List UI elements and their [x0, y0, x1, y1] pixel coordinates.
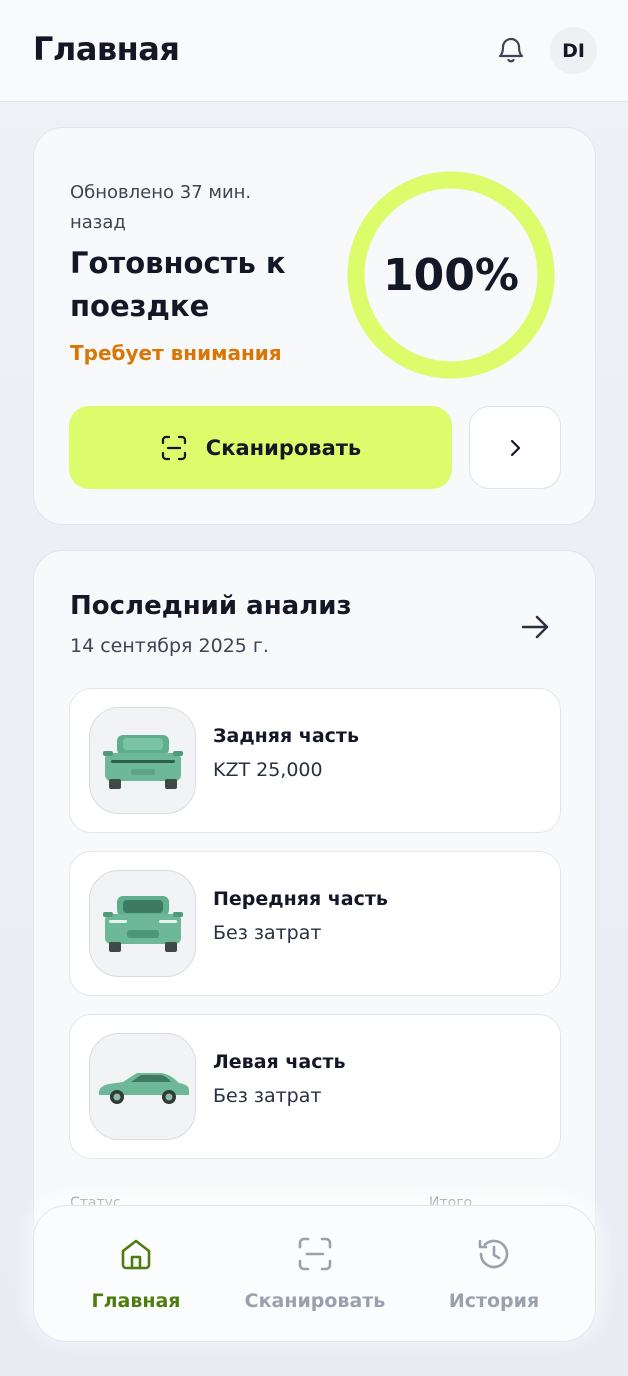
- scan-icon: [161, 435, 186, 460]
- item-cost: Без затрат: [213, 1085, 322, 1107]
- list-item[interactable]: Передняя часть Без затрат: [69, 851, 561, 996]
- car-rear-icon: [102, 734, 183, 789]
- arrow-right-icon[interactable]: [517, 609, 553, 645]
- item-cost: KZT 25,000: [213, 759, 323, 781]
- analysis-title: Последний анализ: [70, 591, 352, 621]
- scan-button-label: Сканировать: [205, 435, 362, 460]
- readiness-percent: 100%: [383, 249, 519, 301]
- updated-time: Обновлено 37 мин. назад: [70, 182, 252, 233]
- home-icon: [121, 1239, 151, 1270]
- history-icon: [478, 1239, 509, 1269]
- thumbnail: [89, 870, 196, 977]
- item-cost: Без затрат: [213, 922, 322, 944]
- car-front-icon: [102, 895, 183, 952]
- avatar[interactable]: DI: [550, 27, 597, 74]
- nav-scan[interactable]: Сканировать: [230, 1206, 400, 1343]
- chevron-right-icon: [510, 439, 521, 456]
- readiness-details-button[interactable]: [469, 406, 561, 489]
- nav-history-label: История: [448, 1290, 540, 1312]
- item-title: Левая часть: [213, 1051, 346, 1073]
- readiness-card: Обновлено 37 мин. назад Готовность к пое…: [33, 127, 596, 525]
- nav-history[interactable]: История: [409, 1206, 579, 1343]
- item-title: Задняя часть: [213, 725, 359, 747]
- scan-icon: [298, 1237, 332, 1271]
- nav-home[interactable]: Главная: [51, 1206, 221, 1343]
- top-header: Главная DI: [0, 0, 628, 102]
- analysis-date: 14 сентября 2025 г.: [70, 635, 269, 657]
- car-side-icon: [98, 1072, 189, 1104]
- thumbnail: [89, 1033, 196, 1140]
- nav-home-label: Главная: [91, 1290, 181, 1312]
- readiness-title: Готовность к поездке: [70, 246, 286, 323]
- last-analysis-card: Последний анализ 14 сентября 2025 г. Зад…: [33, 550, 596, 1250]
- bell-icon[interactable]: [494, 33, 528, 67]
- list-item[interactable]: Левая часть Без затрат: [69, 1014, 561, 1159]
- page-title: Главная: [33, 30, 180, 68]
- scan-button[interactable]: Сканировать: [69, 406, 452, 489]
- list-item[interactable]: Задняя часть KZT 25,000: [69, 688, 561, 833]
- thumbnail: [89, 707, 196, 814]
- nav-scan-label: Сканировать: [244, 1290, 386, 1312]
- item-title: Передняя часть: [213, 888, 388, 910]
- attention-status: Требует внимания: [70, 341, 282, 365]
- bottom-nav: Главная Сканировать История: [33, 1205, 596, 1342]
